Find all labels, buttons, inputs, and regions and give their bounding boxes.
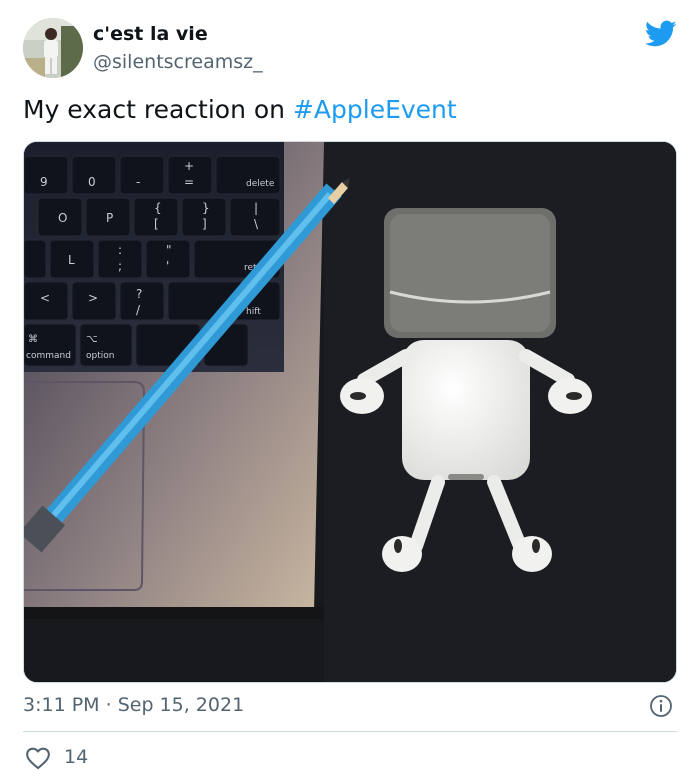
key-p: P: [106, 211, 113, 225]
key-l: L: [68, 253, 75, 267]
key-command: command: [26, 351, 71, 361]
avatar[interactable]: [23, 18, 83, 78]
heart-icon[interactable]: [25, 746, 51, 770]
key-bracket-open: [: [154, 217, 159, 231]
divider: [23, 731, 677, 732]
key-option-symbol: ⌥: [86, 334, 98, 345]
key-plus: +: [184, 159, 194, 173]
author-handle[interactable]: @silentscreamsz_: [93, 51, 263, 73]
key-pipe: |: [254, 201, 258, 215]
key-minus: -: [136, 175, 140, 189]
key-brace-close: }: [202, 201, 210, 215]
tweet-time: 3:11 PM: [23, 694, 100, 716]
avatar-image: [23, 18, 83, 78]
key-brace-open: {: [154, 201, 162, 215]
key-semicolon: ;: [118, 259, 122, 273]
photo-illustration: 9 0 - + = delete O P { [ } ] | \ L : ; "…: [24, 142, 676, 682]
twitter-bird-icon[interactable]: [645, 20, 677, 48]
key-greater-than: >: [88, 291, 98, 305]
hashtag-link[interactable]: #AppleEvent: [293, 95, 457, 124]
key-colon: :: [118, 243, 122, 257]
info-icon[interactable]: [649, 694, 673, 718]
key-9: 9: [40, 175, 48, 189]
tweet-text-body: My exact reaction on: [23, 95, 293, 124]
key-delete: delete: [246, 179, 275, 189]
tweet-card: c'est la vie @silentscreamsz_ My exact r…: [0, 0, 700, 784]
key-command-symbol: ⌘: [28, 334, 38, 345]
key-apostrophe: ': [166, 259, 169, 273]
like-count: 14: [64, 746, 89, 768]
key-question: ?: [136, 287, 142, 301]
key-shift: hift: [246, 307, 261, 317]
key-less-than: <: [40, 291, 50, 305]
tweet-timestamp[interactable]: 3:11 PM · Sep 15, 2021: [23, 694, 244, 716]
key-equals: =: [184, 175, 194, 189]
tweet-photo[interactable]: 9 0 - + = delete O P { [ } ] | \ L : ; "…: [23, 141, 677, 683]
timestamp-separator: ·: [105, 694, 112, 716]
key-option: option: [86, 351, 114, 361]
key-0: 0: [88, 175, 96, 189]
tweet-text: My exact reaction on #AppleEvent: [23, 95, 457, 124]
key-quote: ": [166, 243, 172, 257]
author-display-name[interactable]: c'est la vie: [93, 23, 208, 45]
key-o: O: [58, 211, 67, 225]
tweet-date: Sep 15, 2021: [117, 694, 245, 716]
key-bracket-close: ]: [202, 217, 207, 231]
